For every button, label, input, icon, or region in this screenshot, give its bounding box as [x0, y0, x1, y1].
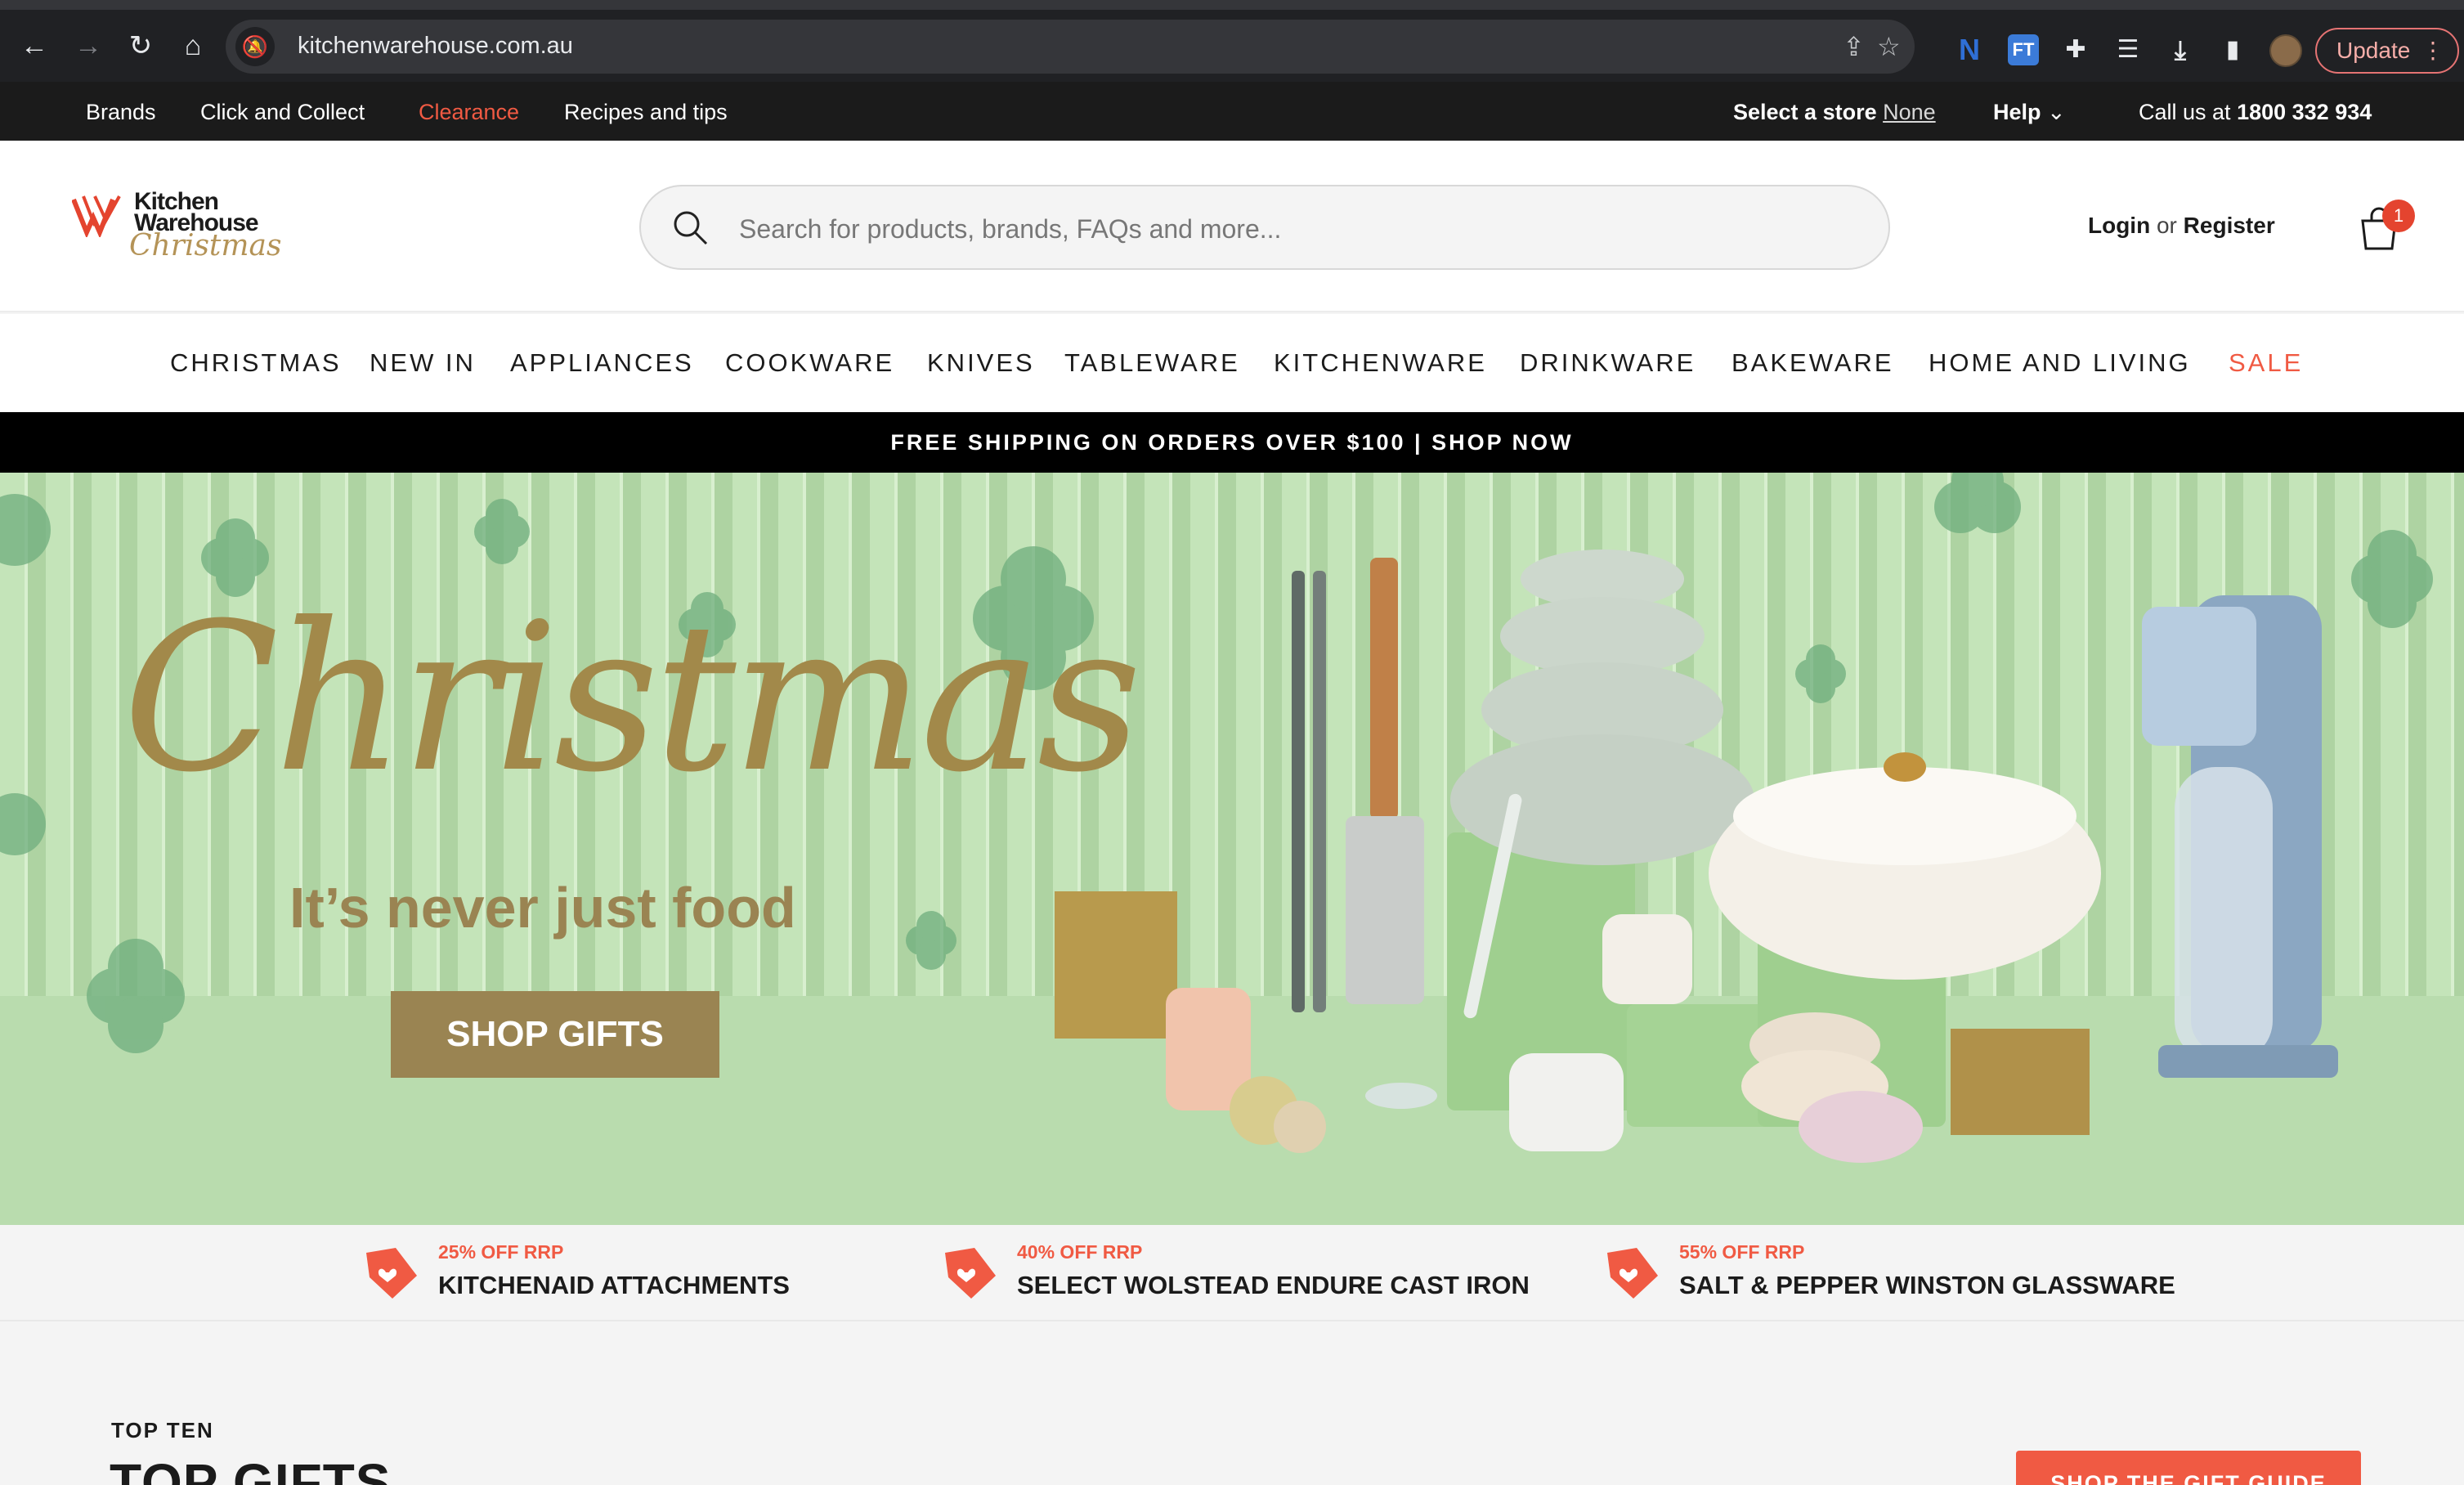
- account-links: Login or Register: [2088, 213, 2275, 239]
- search-icon[interactable]: [670, 208, 710, 247]
- utility-link-clearance[interactable]: Clearance: [419, 100, 519, 125]
- media-icon[interactable]: ☰: [2112, 34, 2144, 65]
- search-bar[interactable]: [639, 185, 1890, 270]
- extensions-puzzle-icon[interactable]: ✚: [2060, 34, 2091, 65]
- nav-drinkware[interactable]: DRINKWARE: [1520, 348, 1696, 378]
- deal-name: KITCHENAID ATTACHMENTS: [438, 1271, 790, 1299]
- section-eyebrow: TOP TEN: [111, 1418, 214, 1442]
- side-panel-icon[interactable]: ▮: [2217, 34, 2248, 65]
- register-link[interactable]: Register: [2184, 213, 2275, 238]
- back-icon[interactable]: ←: [16, 28, 52, 64]
- address-bar[interactable]: 🔕 kitchenwarehouse.com.au ⇪ ☆: [226, 20, 1915, 74]
- site-info-icon[interactable]: 🔕: [235, 27, 275, 66]
- search-input[interactable]: [739, 204, 1867, 253]
- logo-text-christmas: Christmas: [129, 229, 282, 262]
- hero-title: Christmas: [123, 579, 1142, 817]
- category-nav: CHRISTMAS NEW IN APPLIANCES COOKWARE KNI…: [0, 314, 2464, 412]
- price-tag-icon: [366, 1248, 417, 1299]
- utility-link-recipes[interactable]: Recipes and tips: [564, 100, 728, 125]
- update-label: Update: [2336, 38, 2411, 63]
- download-icon[interactable]: ⤓: [2165, 34, 2196, 65]
- or-text: or: [2156, 213, 2177, 238]
- phone-number[interactable]: 1800 332 934: [2237, 100, 2372, 124]
- logo-mark-icon: [72, 195, 121, 237]
- utility-link-brands[interactable]: Brands: [86, 100, 156, 125]
- shop-gift-guide-button[interactable]: SHOP THE GIFT GUIDE: [2016, 1451, 2361, 1485]
- url-text[interactable]: kitchenwarehouse.com.au: [298, 33, 573, 60]
- nav-home-and-living[interactable]: HOME AND LIVING: [1929, 348, 2191, 378]
- deal-name: SELECT WOLSTEAD ENDURE CAST IRON: [1017, 1271, 1530, 1299]
- utility-link-click-collect[interactable]: Click and Collect: [200, 100, 365, 125]
- more-menu-icon[interactable]: ⋮: [2421, 29, 2444, 72]
- section-heading: TOP GIFTS: [110, 1453, 392, 1485]
- nav-christmas[interactable]: CHRISTMAS: [170, 348, 342, 378]
- site-logo[interactable]: Kitchen Warehouse Christmas: [72, 188, 284, 270]
- nav-knives[interactable]: KNIVES: [927, 348, 1035, 378]
- price-tag-icon: [945, 1248, 996, 1299]
- phone-contact: Call us at 1800 332 934: [2139, 100, 2372, 125]
- free-shipping-banner[interactable]: FREE SHIPPING ON ORDERS OVER $100 | SHOP…: [0, 412, 2464, 473]
- forward-icon[interactable]: →: [70, 28, 106, 64]
- call-prefix: Call us at: [2139, 100, 2231, 124]
- share-icon[interactable]: ⇪: [1843, 31, 1865, 62]
- help-menu[interactable]: Help ⌄: [1993, 100, 2066, 125]
- select-store-value[interactable]: None: [1883, 100, 1936, 124]
- top-gifts-section: TOP TEN TOP GIFTS SHOP THE GIFT GUIDE: [0, 1321, 2464, 1485]
- select-store-label: Select a store: [1733, 100, 1877, 124]
- bookmark-star-icon[interactable]: ☆: [1877, 31, 1901, 62]
- deal-discount: 40% OFF RRP: [1017, 1241, 1143, 1263]
- nav-new-in[interactable]: NEW IN: [370, 348, 476, 378]
- hero-subtitle: It’s never just food: [289, 876, 796, 940]
- update-button[interactable]: Update ⋮: [2315, 28, 2459, 74]
- extension-ft-icon[interactable]: FT: [2008, 34, 2039, 65]
- browser-toolbar: ← → ↻ ⌂ 🔕 kitchenwarehouse.com.au ⇪ ☆ N …: [0, 0, 2464, 82]
- nav-appliances[interactable]: APPLIANCES: [510, 348, 694, 378]
- deals-strip: 25% OFF RRP KITCHENAID ATTACHMENTS 40% O…: [0, 1225, 2464, 1321]
- help-label: Help: [1993, 100, 2041, 124]
- nav-bakeware[interactable]: BAKEWARE: [1732, 348, 1894, 378]
- nav-tableware[interactable]: TABLEWARE: [1064, 348, 1240, 378]
- nav-kitchenware[interactable]: KITCHENWARE: [1274, 348, 1487, 378]
- deal-discount: 55% OFF RRP: [1679, 1241, 1805, 1263]
- deal-discount: 25% OFF RRP: [438, 1241, 564, 1263]
- nav-cookware[interactable]: COOKWARE: [725, 348, 894, 378]
- chevron-down-icon: ⌄: [2047, 100, 2066, 124]
- home-icon[interactable]: ⌂: [175, 28, 211, 64]
- price-tag-icon: [1607, 1248, 1658, 1299]
- login-link[interactable]: Login: [2088, 213, 2150, 238]
- nav-sale[interactable]: SALE: [2229, 348, 2303, 378]
- utility-bar: Brands Click and Collect Clearance Recip…: [0, 82, 2464, 141]
- cart-count-badge: 1: [2382, 200, 2415, 232]
- extension-n-icon[interactable]: N: [1954, 34, 1985, 65]
- reload-icon[interactable]: ↻: [123, 28, 159, 64]
- deal-name: SALT & PEPPER WINSTON GLASSWARE: [1679, 1271, 2175, 1299]
- profile-avatar[interactable]: [2269, 34, 2302, 67]
- shop-gifts-button[interactable]: SHOP GIFTS: [391, 991, 719, 1078]
- site-header: Kitchen Warehouse Christmas Login or Reg…: [0, 141, 2464, 312]
- hero-banner[interactable]: Christmas It’s never just food SHOP GIFT…: [0, 473, 2464, 1225]
- select-store[interactable]: Select a store None: [1733, 100, 1936, 125]
